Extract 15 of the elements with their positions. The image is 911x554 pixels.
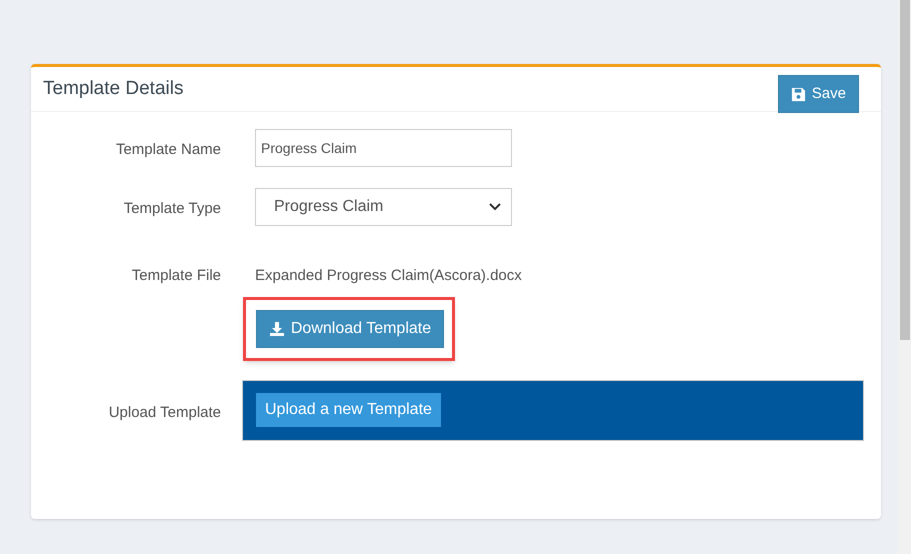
save-button[interactable]: Save <box>778 75 859 113</box>
field-label: Template Type <box>122 199 221 219</box>
card-title: Template Details <box>43 76 184 101</box>
download-icon <box>268 320 285 336</box>
template-name-field[interactable]: Progress Claim <box>255 129 512 167</box>
file-name: Expanded Progress Claim(Ascora).docx <box>255 266 522 286</box>
download-template-button[interactable]: Download Template <box>256 310 444 348</box>
chevron-down-icon <box>489 203 501 211</box>
template-type-select[interactable]: Progress Claim <box>255 188 512 226</box>
upload-template-button[interactable]: Upload a new Template <box>256 393 441 427</box>
field-label: Template Name <box>114 140 221 160</box>
field-label: Template File <box>130 266 221 286</box>
scrollbar[interactable] <box>898 0 911 554</box>
field-label: Upload Template <box>108 402 221 422</box>
upload-dropzone[interactable]: Upload a new Template <box>242 380 864 440</box>
